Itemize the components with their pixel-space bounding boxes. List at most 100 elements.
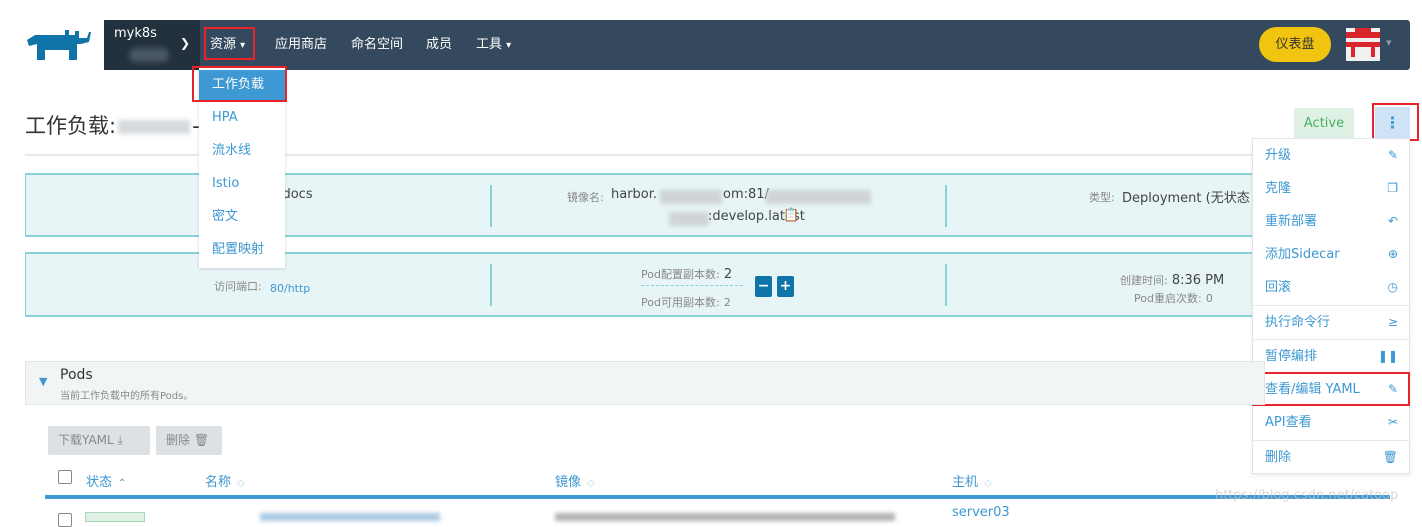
menu-label: 删除 bbox=[1265, 450, 1292, 465]
nav-tools[interactable]: 工具 ▾ bbox=[476, 20, 511, 70]
available-replicas-label: Pod可用副本数: bbox=[641, 296, 720, 309]
menu-item-redeploy[interactable]: 重新部署 ↶ bbox=[1253, 205, 1410, 238]
menu-item-view-edit-yaml[interactable]: 查看/编辑 YAML ✎ bbox=[1253, 373, 1410, 406]
separator bbox=[490, 264, 492, 306]
column-label: 主机 bbox=[952, 475, 979, 490]
rancher-logo[interactable] bbox=[25, 28, 93, 62]
more-actions-button[interactable]: ⋮ bbox=[1375, 107, 1410, 138]
column-header-image[interactable]: 镜像 ◇ bbox=[555, 471, 595, 490]
copy-icon[interactable]: 📋 bbox=[783, 208, 799, 223]
created-time: 创建时间: 8:36 PM bbox=[1120, 272, 1224, 288]
blurred-name bbox=[118, 120, 191, 134]
menu-item-pipeline[interactable]: 流水线 bbox=[199, 136, 285, 166]
menu-item-upgrade[interactable]: 升级 ✎ bbox=[1253, 139, 1410, 172]
config-replicas-value: 2 bbox=[723, 267, 733, 282]
download-icon: ⤓ bbox=[117, 433, 123, 447]
sort-icon: ◇ bbox=[984, 478, 992, 489]
menu-item-delete[interactable]: 删除 🗑 bbox=[1253, 441, 1410, 474]
type-label: 类型: bbox=[1089, 191, 1115, 204]
created-value: 8:36 PM bbox=[1171, 273, 1225, 288]
separator bbox=[490, 185, 492, 227]
column-header-name[interactable]: 名称 ◇ bbox=[205, 471, 245, 490]
trash-icon: 🗑 bbox=[193, 433, 210, 447]
title-label: 工作负载: bbox=[25, 114, 117, 138]
sort-icon: ⌃ bbox=[118, 478, 127, 489]
pods-title: Pods bbox=[60, 367, 93, 383]
blurred-text bbox=[660, 190, 722, 204]
menu-item-rollback[interactable]: 回滚 ◷ bbox=[1253, 271, 1410, 304]
chevron-down-icon: ▾ bbox=[506, 40, 512, 51]
port-link[interactable]: 80/http bbox=[270, 282, 310, 295]
menu-item-clone[interactable]: 克隆 ❐ bbox=[1253, 172, 1410, 205]
column-header-host[interactable]: 主机 ◇ bbox=[952, 471, 992, 490]
sort-icon: ◇ bbox=[237, 478, 245, 489]
menu-item-istio[interactable]: Istio bbox=[199, 169, 285, 199]
nav-app-store[interactable]: 应用商店 bbox=[275, 20, 327, 70]
collapse-triangle-icon[interactable]: ▼ bbox=[39, 375, 47, 388]
available-replicas: Pod可用副本数: 2 bbox=[641, 294, 731, 310]
avatar[interactable] bbox=[1346, 28, 1380, 61]
pencil-icon: ✎ bbox=[1387, 382, 1398, 396]
restart-count: Pod重启次数: 0 bbox=[1134, 290, 1213, 306]
delete-button[interactable]: 删除 🗑 bbox=[156, 426, 222, 455]
nav-label: 资源 bbox=[210, 37, 237, 52]
menu-item-workloads[interactable]: 工作负载 bbox=[199, 70, 285, 100]
row-checkbox[interactable] bbox=[58, 513, 72, 527]
history-icon: ◷ bbox=[1387, 280, 1398, 294]
image-value-part1: harbor. bbox=[611, 187, 658, 202]
increase-replicas-button[interactable]: + bbox=[777, 276, 794, 297]
dashboard-button[interactable]: 仪表盘 bbox=[1259, 27, 1331, 62]
download-yaml-button[interactable]: 下载YAML ⤓ bbox=[48, 426, 150, 455]
row-name-blurred[interactable] bbox=[260, 513, 440, 521]
image-label: 镜像名: bbox=[567, 191, 604, 204]
status-badge: Active bbox=[1294, 108, 1354, 139]
nav-label: 工具 bbox=[476, 37, 503, 52]
port-label: 访问端口: bbox=[214, 280, 262, 293]
config-replicas: Pod配置副本数: 2 bbox=[641, 266, 743, 286]
pods-section-header[interactable]: ▼ Pods 当前工作负载中的所有Pods。 bbox=[25, 361, 1265, 405]
restarts-label: Pod重启次数: bbox=[1134, 292, 1202, 305]
menu-label: 升级 bbox=[1265, 148, 1292, 163]
menu-item-view-api[interactable]: API查看 ✂ bbox=[1253, 406, 1410, 439]
menu-item-config-maps[interactable]: 配置映射 bbox=[199, 235, 285, 265]
menu-item-hpa[interactable]: HPA bbox=[199, 103, 285, 133]
pencil-icon: ✎ bbox=[1387, 148, 1398, 162]
menu-label: 重新部署 bbox=[1265, 214, 1318, 229]
nav-namespaces[interactable]: 命名空间 bbox=[351, 20, 403, 70]
blurred-text bbox=[766, 190, 871, 204]
api-icon: ✂ bbox=[1387, 415, 1398, 429]
button-label: 删除 bbox=[166, 433, 191, 447]
nav-members[interactable]: 成员 bbox=[426, 20, 452, 70]
menu-label: 查看/编辑 YAML bbox=[1265, 382, 1360, 397]
menu-item-secrets[interactable]: 密文 bbox=[199, 202, 285, 232]
cluster-selector[interactable]: myk8s ❯ bbox=[104, 20, 200, 70]
sort-icon: ◇ bbox=[587, 478, 595, 489]
menu-label: 克隆 bbox=[1265, 181, 1292, 196]
nav-resources[interactable]: 资源 ▾ bbox=[210, 20, 245, 70]
available-replicas-value: 2 bbox=[723, 296, 731, 309]
decrease-replicas-button[interactable]: − bbox=[755, 276, 772, 297]
blurred-text bbox=[669, 212, 709, 226]
actions-menu: 升级 ✎ 克隆 ❐ 重新部署 ↶ 添加Sidecar ⊕ 回滚 ◷ 执行命令行 ≥ 暂停编排… bbox=[1252, 138, 1410, 474]
table-header-underline bbox=[45, 495, 1390, 499]
menu-item-add-sidecar[interactable]: 添加Sidecar ⊕ bbox=[1253, 238, 1410, 271]
row-status-badge bbox=[85, 512, 145, 522]
menu-item-execute-shell[interactable]: 执行命令行 ≥ bbox=[1253, 306, 1410, 339]
separator bbox=[945, 185, 947, 227]
row-host-link[interactable]: server03 bbox=[952, 505, 1010, 520]
menu-label: 暂停编排 bbox=[1265, 349, 1318, 364]
column-label: 名称 bbox=[205, 475, 232, 490]
select-all-checkbox[interactable] bbox=[58, 470, 72, 484]
menu-item-pause[interactable]: 暂停编排 ❚❚ bbox=[1253, 340, 1410, 373]
terminal-icon: ≥ bbox=[1387, 315, 1398, 329]
kebab-icon: ⋮ bbox=[1384, 113, 1401, 132]
menu-label: 添加Sidecar bbox=[1265, 247, 1340, 262]
column-header-status[interactable]: 状态 ⌃ bbox=[86, 471, 126, 490]
plus-circle-icon: ⊕ bbox=[1387, 247, 1398, 261]
separator bbox=[945, 264, 947, 306]
clone-icon: ❐ bbox=[1387, 181, 1398, 195]
menu-label: 执行命令行 bbox=[1265, 315, 1331, 330]
config-replicas-label: Pod配置副本数: bbox=[641, 268, 720, 281]
chevron-down-icon[interactable]: ▾ bbox=[1386, 36, 1392, 49]
created-label: 创建时间: bbox=[1120, 274, 1168, 287]
